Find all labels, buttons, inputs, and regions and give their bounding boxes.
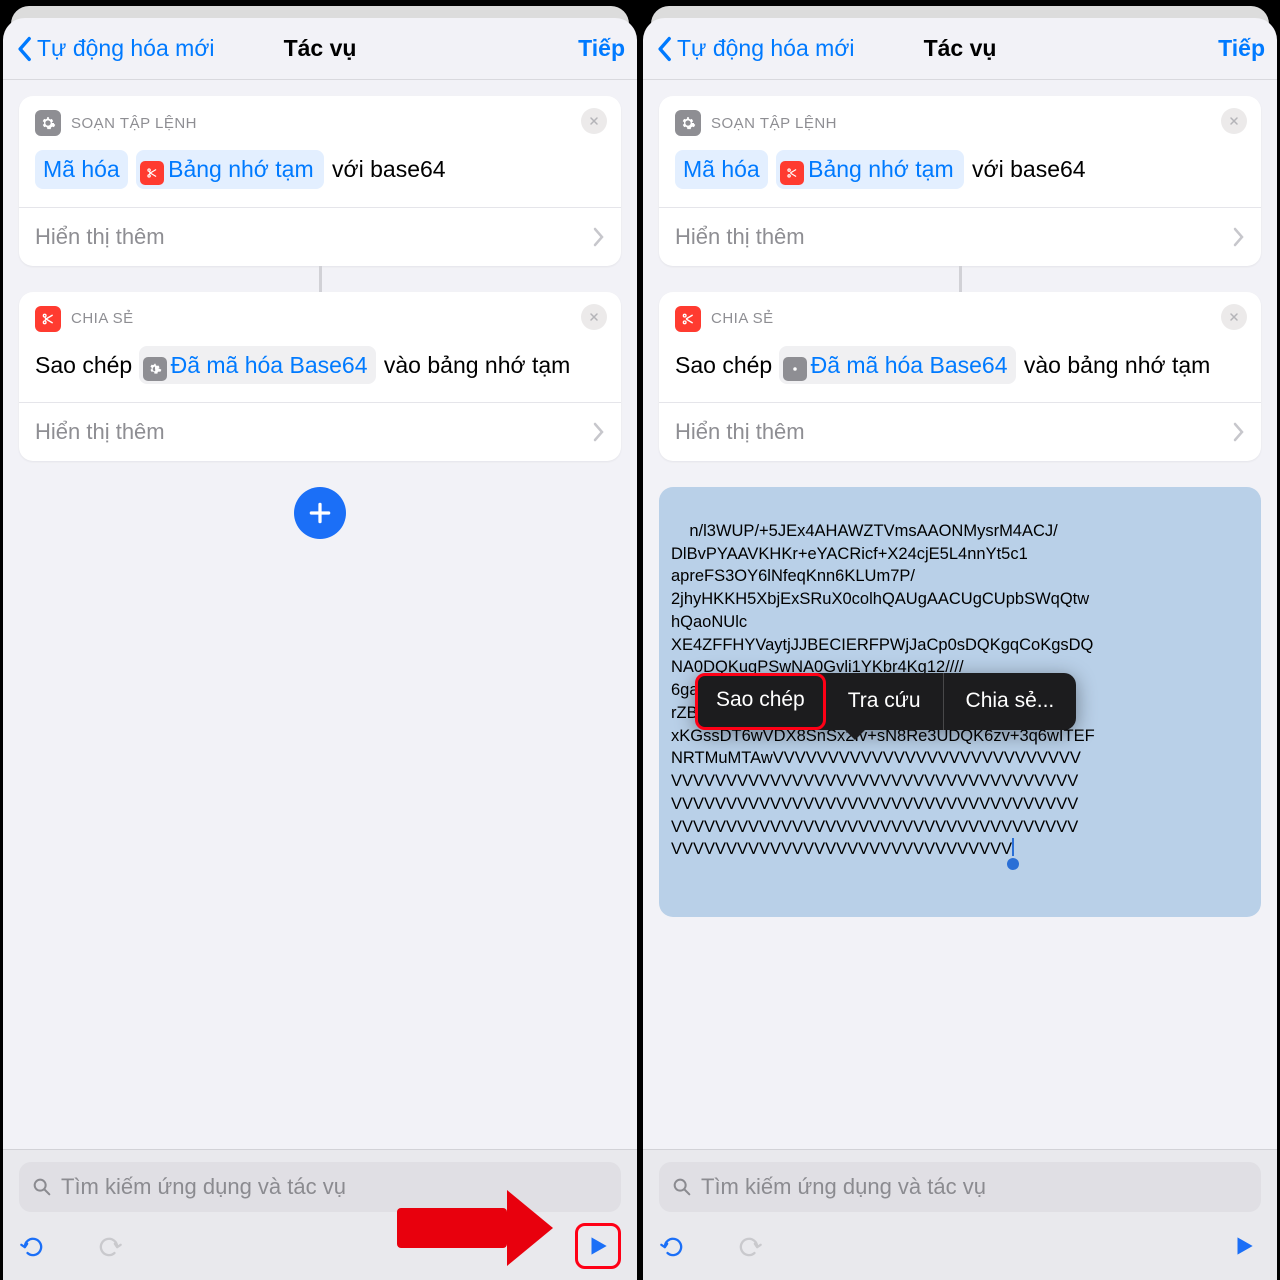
back-label: Tự động hóa mới <box>37 35 215 62</box>
clear-icon[interactable] <box>581 108 607 134</box>
search-icon <box>31 1176 53 1198</box>
card-header: SOẠN TẬP LỆNH <box>711 115 837 132</box>
clear-icon[interactable] <box>1221 108 1247 134</box>
clear-icon[interactable] <box>1221 304 1247 330</box>
chevron-right-icon <box>1233 227 1245 247</box>
clipboard-token[interactable]: Bảng nhớ tạm <box>776 150 964 189</box>
variable-token[interactable]: Đã mã hóa Base64 <box>139 346 376 385</box>
next-button[interactable]: Tiếp <box>578 35 625 62</box>
next-button[interactable]: Tiếp <box>1218 35 1265 62</box>
card-header: CHIA SẺ <box>71 310 134 327</box>
gear-icon <box>143 357 167 381</box>
redo-button <box>735 1232 763 1260</box>
run-button[interactable] <box>575 1223 621 1269</box>
card-header: CHIA SẺ <box>711 310 774 327</box>
connector-line <box>319 266 322 292</box>
card-body: Mã hóa Bảng nhớ tạm với base64 <box>19 142 621 207</box>
chevron-right-icon <box>1233 422 1245 442</box>
run-button[interactable] <box>1227 1229 1261 1263</box>
gear-icon <box>783 357 807 381</box>
selection-caret <box>1012 838 1014 856</box>
back-label: Tự động hóa mới <box>677 35 855 62</box>
undo-button[interactable] <box>659 1232 687 1260</box>
page-title: Tác vụ <box>284 35 357 62</box>
menu-share[interactable]: Chia sẻ... <box>944 673 1077 730</box>
page-title: Tác vụ <box>924 35 997 62</box>
card-body: Sao chép Đã mã hóa Base64 vào bảng nhớ t… <box>19 338 621 403</box>
redo-button <box>95 1232 123 1260</box>
show-more-row[interactable]: Hiển thị thêm <box>19 207 621 266</box>
show-more-row[interactable]: Hiển thị thêm <box>659 402 1261 461</box>
clear-icon[interactable] <box>581 304 607 330</box>
action-card-encode[interactable]: SOẠN TẬP LỆNH Mã hóa Bảng nhớ tạm với ba… <box>19 96 621 266</box>
back-button[interactable]: Tự động hóa mới <box>15 35 215 62</box>
action-card-copy[interactable]: CHIA SẺ Sao chép Đã mã hóa Base64 vào bả… <box>659 292 1261 462</box>
gear-icon <box>675 110 701 136</box>
show-more-row[interactable]: Hiển thị thêm <box>659 207 1261 266</box>
card-body: Sao chép Đã mã hóa Base64 vào bảng nhớ t… <box>659 338 1261 403</box>
scissors-icon <box>780 161 804 185</box>
scissors-icon <box>35 306 61 332</box>
variable-token[interactable]: Đã mã hóa Base64 <box>779 346 1016 385</box>
back-button[interactable]: Tự động hóa mới <box>655 35 855 62</box>
output-block[interactable]: n/l3WUP/+5JEx4AHAWZTVmsAAONMysrM4ACJ/ Dl… <box>659 487 1261 917</box>
nav-bar: Tự động hóa mới Tác vụ Tiếp <box>3 18 637 80</box>
scissors-icon <box>675 306 701 332</box>
show-more-row[interactable]: Hiển thị thêm <box>19 402 621 461</box>
action-token[interactable]: Mã hóa <box>35 150 128 189</box>
annotation-arrow <box>397 1190 553 1266</box>
action-card-encode[interactable]: SOẠN TẬP LỆNH Mã hóa Bảng nhớ tạm với ba… <box>659 96 1261 266</box>
gear-icon <box>35 110 61 136</box>
search-input[interactable]: Tìm kiếm ứng dụng và tác vụ <box>659 1162 1261 1212</box>
chevron-right-icon <box>593 227 605 247</box>
connector-line <box>959 266 962 292</box>
chevron-right-icon <box>593 422 605 442</box>
menu-lookup[interactable]: Tra cứu <box>826 673 944 730</box>
search-icon <box>671 1176 693 1198</box>
action-token[interactable]: Mã hóa <box>675 150 768 189</box>
clipboard-token[interactable]: Bảng nhớ tạm <box>136 150 324 189</box>
card-body: Mã hóa Bảng nhớ tạm với base64 <box>659 142 1261 207</box>
menu-copy[interactable]: Sao chép <box>695 673 826 730</box>
card-header: SOẠN TẬP LỆNH <box>71 115 197 132</box>
nav-bar: Tự động hóa mới Tác vụ Tiếp <box>643 18 1277 80</box>
footer: Tìm kiếm ứng dụng và tác vụ <box>643 1149 1277 1280</box>
undo-button[interactable] <box>19 1232 47 1260</box>
action-card-copy[interactable]: CHIA SẺ Sao chép Đã mã hóa Base64 vào bả… <box>19 292 621 462</box>
context-menu: Sao chép Tra cứu Chia sẻ... <box>695 673 1076 730</box>
scissors-icon <box>140 161 164 185</box>
add-action-button[interactable] <box>294 487 346 539</box>
